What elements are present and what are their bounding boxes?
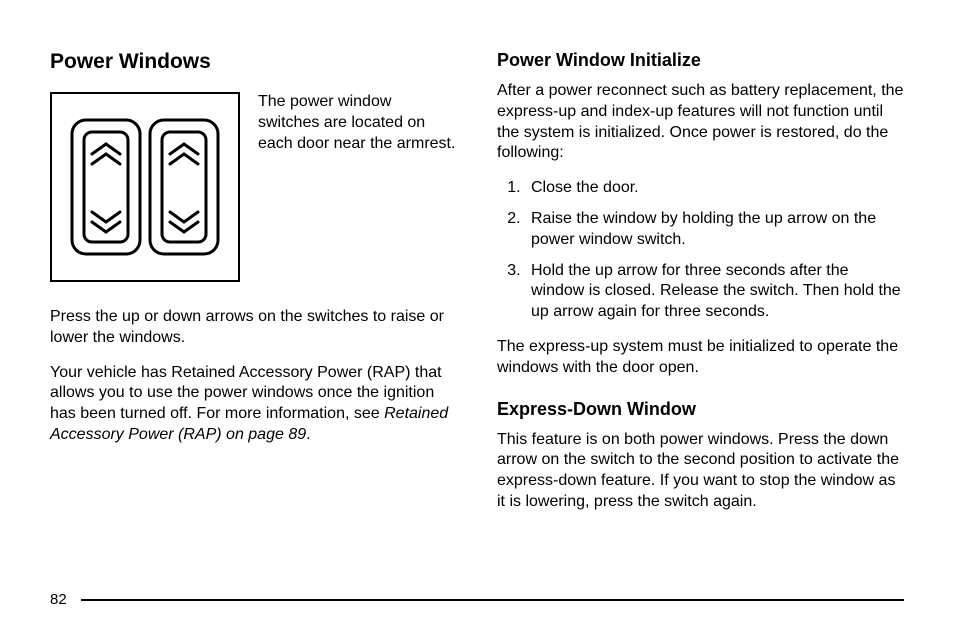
para-express-down: This feature is on both power windows. P… <box>497 430 904 513</box>
window-switch-icon <box>50 92 240 282</box>
heading-express-down: Express-Down Window <box>497 399 904 420</box>
para-rap-period: . <box>306 426 310 443</box>
footer-rule <box>81 599 904 601</box>
list-item: Raise the window by holding the up arrow… <box>525 209 904 251</box>
right-column: Power Window Initialize After a power re… <box>497 50 904 527</box>
page-columns: Power Windows <box>50 50 904 527</box>
heading-initialize: Power Window Initialize <box>497 50 904 71</box>
heading-power-windows: Power Windows <box>50 50 457 74</box>
para-press-arrows: Press the up or down arrows on the switc… <box>50 307 457 349</box>
page-footer: 82 <box>50 591 904 608</box>
figure-row: The power window switches are located on… <box>50 92 457 287</box>
initialize-steps: Close the door. Raise the window by hold… <box>525 178 904 323</box>
list-item: Close the door. <box>525 178 904 199</box>
figure-caption: The power window switches are located on… <box>258 92 457 154</box>
page-number: 82 <box>50 591 67 608</box>
para-initialize-intro: After a power reconnect such as battery … <box>497 81 904 164</box>
window-switch-figure <box>50 92 240 287</box>
list-item: Hold the up arrow for three seconds afte… <box>525 261 904 323</box>
left-column: Power Windows <box>50 50 457 527</box>
para-initialize-note: The express-up system must be initialize… <box>497 337 904 379</box>
para-rap: Your vehicle has Retained Accessory Powe… <box>50 363 457 446</box>
para-rap-text: Your vehicle has Retained Accessory Powe… <box>50 364 442 423</box>
